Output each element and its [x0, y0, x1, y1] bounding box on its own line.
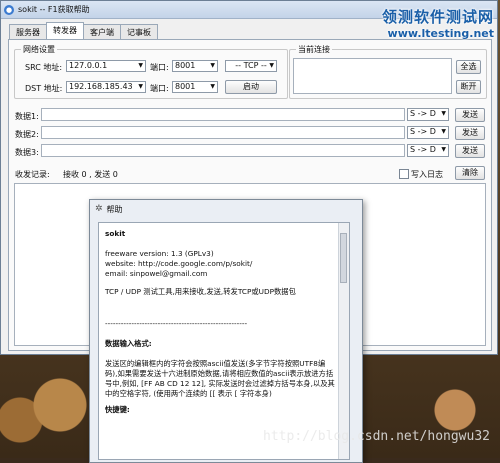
connections-list[interactable]: [293, 58, 452, 94]
chevron-down-icon: ▼: [441, 128, 446, 135]
help-title-bar[interactable]: ✲ 帮助: [90, 200, 362, 218]
dst-port-combo[interactable]: 8001 ▼: [172, 81, 218, 93]
help-scrollbar[interactable]: [338, 223, 349, 459]
data3-direction-combo[interactable]: S -> D ▼: [407, 144, 449, 157]
dst-port-value: 8001: [175, 82, 196, 91]
help-website: website: http://code.google.com/p/sokit/: [105, 259, 253, 268]
window-title: sokit -- F1获取帮助: [18, 5, 90, 14]
log-label: 收发记录:: [15, 170, 50, 179]
network-settings-legend: 网络设置: [21, 44, 57, 55]
help-title: 帮助: [106, 204, 123, 214]
chevron-down-icon: ▼: [441, 146, 446, 153]
data2-send-button[interactable]: 发送: [455, 126, 485, 140]
disconnect-button[interactable]: 断开: [456, 80, 481, 94]
help-format-text: 发送区的编辑框内的字符会按照ascii值发送(多字节字符按照UTF8编码),如果…: [105, 359, 335, 398]
src-port-label: 端口:: [150, 63, 169, 72]
data3-input[interactable]: [41, 144, 405, 157]
chevron-down-icon: ▼: [138, 83, 143, 90]
tab-notepad[interactable]: 记事板: [120, 24, 158, 40]
help-dialog: ✲ 帮助 sokit freeware version: 1.3 (GPLv3)…: [89, 199, 363, 463]
help-scrollbar-thumb[interactable]: [340, 233, 347, 283]
data2-direction-value: S -> D: [410, 127, 436, 136]
chevron-down-icon: ▼: [441, 110, 446, 117]
help-text: sokit freeware version: 1.3 (GPLv3) webs…: [105, 229, 337, 415]
chevron-down-icon: ▼: [210, 62, 215, 69]
help-format-heading: 数据输入格式:: [105, 339, 152, 348]
watermark-logo: 领测软件测试网 www.ltesting.net: [382, 6, 494, 40]
select-all-button[interactable]: 全选: [456, 60, 481, 74]
data3-label: 数据3:: [15, 148, 39, 157]
write-log-checkbox[interactable]: [399, 169, 409, 179]
chevron-down-icon: ▼: [269, 62, 274, 69]
help-email: email: sinpowel@gmail.com: [105, 269, 208, 278]
src-address-value: 127.0.0.1: [69, 61, 108, 70]
clear-button[interactable]: 清除: [455, 166, 485, 180]
chevron-down-icon: ▼: [138, 62, 143, 69]
src-port-value: 8001: [175, 61, 196, 70]
protocol-value: -- TCP --: [235, 61, 267, 70]
tab-forwarder[interactable]: 转发器: [46, 22, 84, 40]
dst-port-label: 端口:: [150, 84, 169, 93]
dst-address-combo[interactable]: 192.168.185.43 ▼: [66, 81, 146, 93]
start-button[interactable]: 启动: [225, 80, 277, 94]
dst-address-value: 192.168.185.43: [69, 82, 133, 91]
data3-send-button[interactable]: 发送: [455, 144, 485, 158]
gear-icon: ✲: [95, 204, 103, 214]
src-address-combo[interactable]: 127.0.0.1 ▼: [66, 60, 146, 72]
help-shortcut-heading: 快捷键:: [105, 405, 130, 414]
write-log-label: 写入日志: [411, 170, 443, 179]
data2-direction-combo[interactable]: S -> D ▼: [407, 126, 449, 139]
data2-input[interactable]: [41, 126, 405, 139]
app-icon: ●: [4, 4, 14, 15]
watermark-site-en: www.ltesting.net: [387, 27, 494, 40]
help-version: freeware version: 1.3 (GPLv3): [105, 249, 214, 258]
data1-input[interactable]: [41, 108, 405, 121]
protocol-combo[interactable]: -- TCP -- ▼: [225, 60, 277, 72]
tab-bar: 服务器 转发器 客户端 记事板: [9, 22, 158, 40]
data2-label: 数据2:: [15, 130, 39, 139]
help-app-name: sokit: [105, 229, 126, 238]
connections-legend: 当前连接: [296, 44, 332, 55]
src-port-combo[interactable]: 8001 ▼: [172, 60, 218, 72]
help-description: TCP / UDP 测试工具,用来接收,发送,转发TCP或UDP数据包: [105, 287, 296, 296]
src-address-label: SRC 地址:: [25, 63, 63, 72]
data1-direction-combo[interactable]: S -> D ▼: [407, 108, 449, 121]
dst-address-label: DST 地址:: [25, 84, 63, 93]
data3-direction-value: S -> D: [410, 145, 436, 154]
data1-label: 数据1:: [15, 112, 39, 121]
watermark-site-cn: 领测软件测试网: [381, 8, 494, 26]
chevron-down-icon: ▼: [210, 83, 215, 90]
watermark-blog: http://blog.csdn.net/hongwu32: [263, 429, 490, 444]
help-content[interactable]: sokit freeware version: 1.3 (GPLv3) webs…: [98, 222, 350, 460]
data1-send-button[interactable]: 发送: [455, 108, 485, 122]
log-stats: 接收 0 , 发送 0: [63, 170, 118, 179]
tab-client[interactable]: 客户端: [83, 24, 121, 40]
data1-direction-value: S -> D: [410, 109, 436, 118]
help-divider: ----------------------------------------…: [105, 319, 248, 328]
tab-server[interactable]: 服务器: [9, 24, 47, 40]
